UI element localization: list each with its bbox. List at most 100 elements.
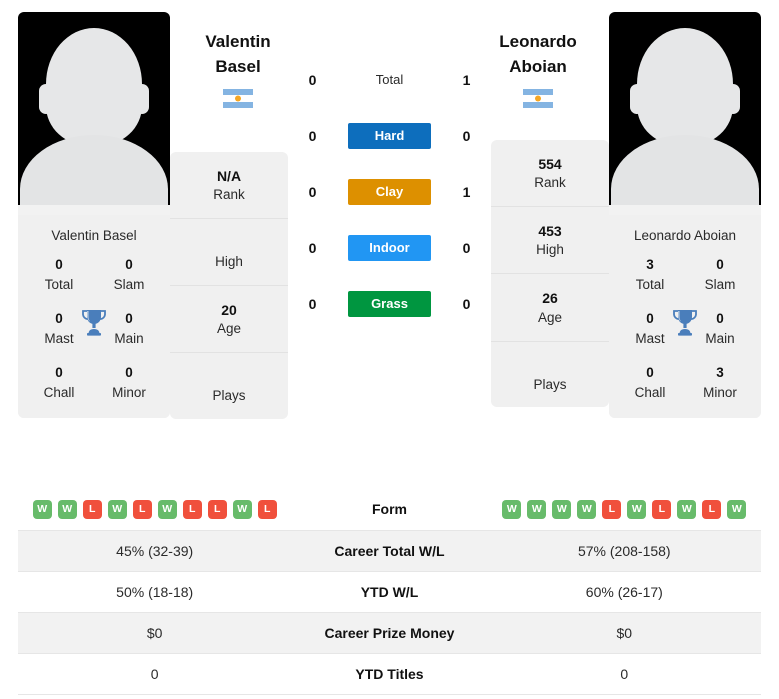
table-row-form: WWLWLWLLWL Form WWWWLWLWLW — [18, 489, 761, 530]
row-label-ytd-wl: YTD W/L — [360, 583, 419, 600]
player-comparison-page: Valentin Basel 0 Total 0 Slam 0 Mast 0 M… — [0, 0, 779, 699]
h2h-surface-badge-clay[interactable]: Clay — [348, 179, 431, 205]
player-card-left[interactable]: Valentin Basel 0 Total 0 Slam 0 Mast 0 M… — [18, 12, 170, 419]
titles-label: Main — [114, 331, 144, 347]
form-badge-win[interactable]: W — [232, 499, 252, 519]
form-badge-win[interactable]: W — [157, 499, 177, 519]
form-cell-left: WWLWLWLLWL — [18, 489, 291, 530]
value-left: $0 — [146, 624, 163, 641]
avatar-baseline — [609, 205, 761, 215]
form-badge-loss[interactable]: L — [652, 499, 672, 519]
player-card-right[interactable]: Leonardo Aboian 3 Total 0 Slam 0 Mast 0 … — [609, 12, 761, 419]
surface-breakdown-list: 0 Total 1 0 Hard 0 0 Clay 1 0 Indoor 0 0… — [303, 66, 477, 318]
titles-value: 0 — [646, 364, 654, 380]
table-row-career-total-wl: 45% (32-39) Career Total W/L 57% (208-15… — [18, 530, 761, 571]
titles-cell-mast: 0 Mast — [30, 309, 88, 349]
stat-value: 554 — [538, 156, 562, 172]
stat-label: High — [536, 242, 564, 258]
form-badge-win[interactable]: W — [32, 499, 52, 519]
stat-value: 26 — [542, 290, 558, 307]
titles-cell-minor: 0 Minor — [100, 363, 158, 403]
head-to-head-column: 0 Total 1 0 Hard 0 0 Clay 1 0 Indoor 0 0… — [288, 12, 491, 318]
form-cell-right: WWWWLWLWLW — [488, 489, 761, 530]
stat-cell-age-right: 26 Age — [491, 274, 609, 342]
player-title-left[interactable]: Valentin Basel — [178, 30, 298, 79]
form-badge-win[interactable]: W — [57, 499, 77, 519]
player-last-name: Basel — [215, 56, 261, 76]
titles-cell-slam: 0 Slam — [100, 255, 158, 295]
h2h-surface-badge-indoor[interactable]: Indoor — [348, 235, 431, 261]
stat-label: Age — [216, 321, 242, 337]
player-title-right[interactable]: Leonardo Aboian — [478, 30, 598, 79]
form-badge-win[interactable]: W — [552, 499, 572, 519]
row-label-career-total-wl: Career Total W/L — [334, 542, 445, 559]
titles-cell-mast: 0 Mast — [621, 309, 679, 349]
form-badge-win[interactable]: W — [627, 499, 647, 519]
form-badge-win[interactable]: W — [727, 499, 747, 519]
stat-label: Plays — [212, 388, 246, 404]
player-name-caption-left: Valentin Basel — [18, 215, 170, 253]
form-badge-loss[interactable]: L — [702, 499, 722, 519]
stat-label: Rank — [534, 175, 566, 191]
stat-label: Age — [537, 309, 563, 325]
titles-label: Mast — [635, 331, 665, 347]
value-right: 60% (26-17) — [585, 583, 663, 600]
argentina-flag-icon — [223, 89, 253, 108]
stat-cell-high-left: High — [170, 219, 288, 287]
titles-value: 0 — [125, 310, 133, 326]
titles-cell-minor: 3 Minor — [691, 363, 749, 403]
value-right: $0 — [616, 624, 633, 641]
h2h-row-grass: 0 Grass 0 — [303, 290, 477, 318]
player-first-name: Leonardo — [499, 32, 577, 51]
form-badge-win[interactable]: W — [107, 499, 127, 519]
value-left: 0 — [150, 665, 159, 682]
avatar-right — [609, 12, 761, 215]
titles-label: Minor — [112, 384, 146, 400]
avatar-silhouette-body — [611, 135, 759, 205]
titles-row: 0 Total 0 Slam — [18, 255, 170, 295]
titles-cell-main: 0 Main — [691, 309, 749, 349]
value-right: 0 — [620, 665, 629, 682]
form-badge-win[interactable]: W — [677, 499, 697, 519]
h2h-surface-badge-grass[interactable]: Grass — [348, 291, 431, 317]
avatar-silhouette-ear-left — [630, 84, 644, 114]
stat-value: N/A — [216, 168, 242, 184]
h2h-row-hard: 0 Hard 0 — [303, 122, 477, 150]
titles-label: Chall — [634, 384, 666, 400]
stat-card-left: N/A Rank High 20 Age Plays — [170, 152, 288, 420]
titles-grid-left: 0 Total 0 Slam 0 Mast 0 Main 0 Chall 0 M… — [18, 253, 170, 419]
h2h-left-count: 0 — [308, 184, 317, 200]
titles-cell-chall: 0 Chall — [621, 363, 679, 403]
h2h-right-count: 0 — [462, 296, 471, 312]
value-left: 50% (18-18) — [116, 583, 194, 600]
titles-value: 0 — [55, 257, 63, 272]
row-label-career-prize-money: Career Prize Money — [324, 624, 455, 641]
h2h-left-count: 0 — [308, 240, 317, 256]
titles-cell-total: 3 Total — [621, 255, 679, 295]
stat-cell-age-left: 20 Age — [170, 286, 288, 354]
form-badge-loss[interactable]: L — [257, 499, 277, 519]
form-badge-win[interactable]: W — [577, 499, 597, 519]
avatar-baseline — [18, 205, 170, 215]
form-badge-loss[interactable]: L — [132, 499, 152, 519]
titles-cell-main: 0 Main — [100, 309, 158, 349]
value-left: 45% (32-39) — [116, 542, 194, 559]
h2h-right-count: 0 — [462, 240, 471, 256]
avatar-silhouette-ear-right — [726, 84, 740, 114]
h2h-surface-badge-hard[interactable]: Hard — [348, 123, 431, 149]
form-badge-loss[interactable]: L — [82, 499, 102, 519]
form-badge-win[interactable]: W — [502, 499, 522, 519]
stat-value — [176, 367, 282, 387]
form-badge-loss[interactable]: L — [602, 499, 622, 519]
stat-cell-rank-left: N/A Rank — [170, 152, 288, 220]
titles-label: Total — [44, 277, 74, 293]
titles-row: 3 Total 0 Slam — [609, 255, 761, 295]
form-badge-win[interactable]: W — [527, 499, 547, 519]
h2h-right-count: 1 — [462, 184, 471, 200]
stat-label: High — [215, 254, 243, 270]
titles-value: 0 — [125, 364, 133, 380]
titles-value: 3 — [716, 364, 724, 380]
form-badge-loss[interactable]: L — [207, 499, 227, 519]
h2h-left-count: 0 — [308, 128, 317, 144]
form-badge-loss[interactable]: L — [182, 499, 202, 519]
